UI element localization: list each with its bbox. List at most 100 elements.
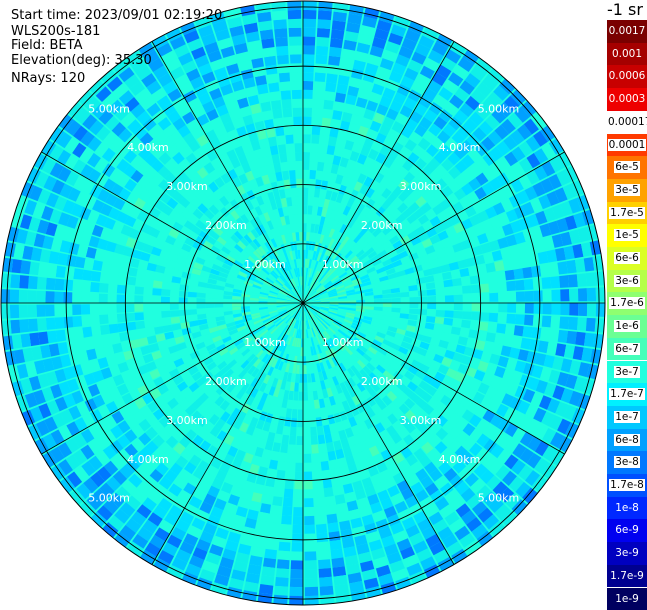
range-gate [110,264,120,274]
range-gate [12,259,23,273]
range-gate [319,568,332,578]
range-gate [292,543,304,552]
colorbar-label: 1.7e-9 [609,570,645,582]
range-gate [330,38,343,48]
range-gate [144,279,154,287]
range-gate [232,303,241,306]
range-gate [161,304,170,311]
range-gate [558,330,568,343]
range-gate [326,73,338,83]
range-gate [196,304,205,309]
range-gate [274,28,287,38]
range-gate [297,427,303,436]
range-gate [505,324,515,335]
range-gate [279,542,291,552]
range-gate [443,279,453,287]
range-gate [584,333,595,347]
range-gate [288,10,302,19]
range-gate [452,278,462,286]
colorbar-label: 0.00017 [607,116,647,128]
range-gate [268,82,279,92]
range-gate [143,312,152,320]
range-gate [259,93,270,104]
range-gate [278,64,290,74]
range-gate [300,241,303,250]
range-gate [313,108,322,118]
range-gate [463,294,472,302]
range-gate [304,454,312,463]
range-gate [356,300,365,303]
colorbar-level: 1e-5 [607,224,647,247]
range-gate [305,534,316,543]
range-gate [587,288,596,302]
range-gate [279,533,291,543]
range-gate [214,304,223,308]
range-gate [444,310,453,317]
colorbar-label: 3e-6 [614,275,640,287]
range-gate [278,144,286,154]
range-gate [275,126,284,136]
range-gate [444,287,453,295]
range-ring-label: 1.00km [322,336,364,349]
range-gate [298,205,303,214]
range-gate [38,263,48,276]
range-gate [410,303,419,308]
colorbar-level: 1.7e-6 [607,292,647,315]
range-gate [81,304,90,314]
range-gate [282,506,292,516]
range-gate [401,303,410,308]
range-gate [170,304,179,310]
range-gate [72,292,81,303]
range-gate [418,297,427,303]
range-gate [303,365,306,374]
range-gate [435,317,445,324]
range-gate [323,479,333,489]
range-gate [310,152,317,161]
range-gate [392,303,401,308]
range-gate [486,262,496,272]
range-gate [303,205,308,214]
range-gate [332,557,345,567]
range-gate [275,577,289,587]
range-gate [409,297,418,302]
range-gate [294,134,302,143]
colorbar-level: 6e-5 [607,156,647,179]
range-gate [38,332,48,345]
range-gate [586,272,596,286]
range-gate [334,101,345,111]
range-gate [197,309,206,314]
range-gate [322,118,331,128]
range-gate [400,292,409,297]
range-gate [54,292,63,304]
range-gate [496,323,506,333]
range-gate [56,266,66,278]
colorbar-level: 1.7e-9 [607,565,647,588]
range-gate [304,401,309,410]
range-gate [312,117,321,127]
colorbar-label: 1e-8 [614,502,640,514]
range-gate [304,409,309,418]
range-gate [523,326,533,338]
instrument-text: WLS200s-181 [11,24,100,39]
nrays-text: NRays: 120 [11,71,85,86]
colorbar-label: 0.0006 [608,70,647,82]
range-gate [272,109,282,119]
colorbar-label: 6e-7 [614,343,640,355]
range-gate [268,523,280,533]
colorbar-level: 6e-7 [607,338,647,361]
range-gate [289,28,302,37]
range-gate [311,143,319,152]
range-gate [281,90,291,100]
range-gate [299,232,302,241]
range-gate [543,303,552,315]
range-gate [303,161,310,170]
range-gate [534,290,543,301]
range-gate [303,143,310,152]
colorbar-label: 0.001 [611,48,643,60]
range-gate [91,271,101,282]
range-gate [300,356,303,365]
range-gate [462,311,471,319]
range-gate [533,315,543,327]
range-gate [489,293,498,302]
range-gate [550,276,560,288]
